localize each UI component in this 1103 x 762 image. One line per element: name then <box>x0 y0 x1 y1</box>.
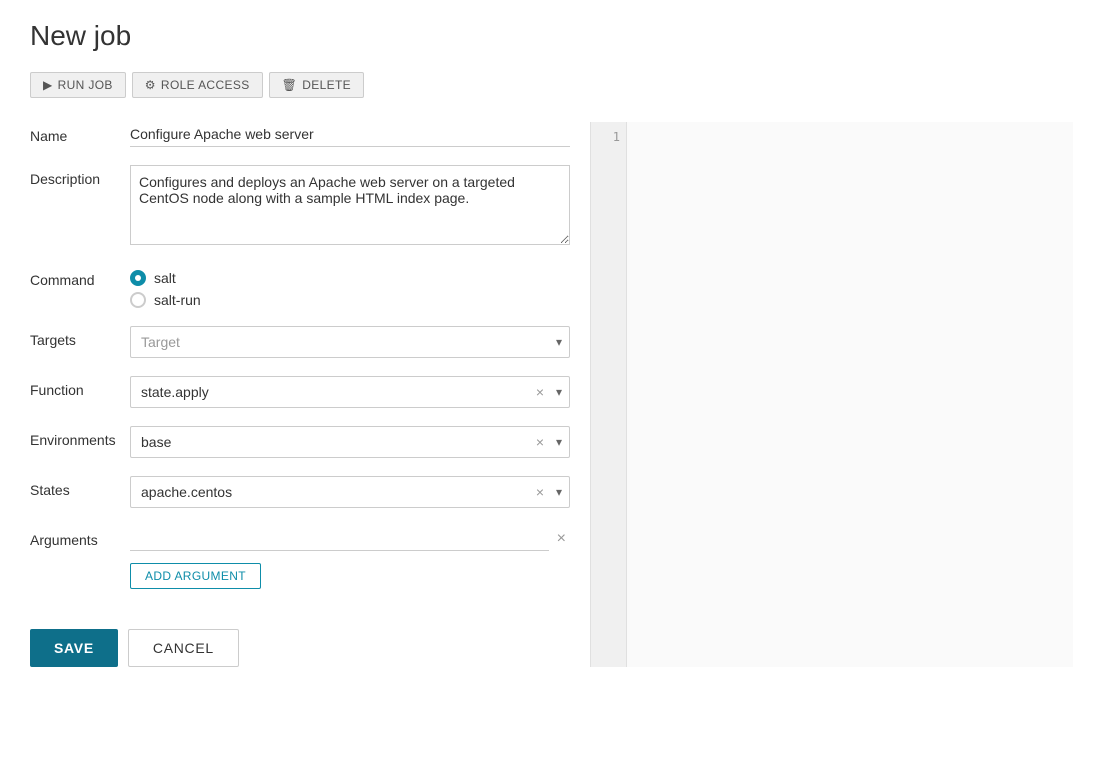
editor-panel: 1 <box>590 122 1073 667</box>
states-control: apache.centos × ▾ <box>130 476 570 508</box>
arguments-row: Arguments × ADD ARGUMENT <box>30 526 570 589</box>
targets-control: Target ▾ <box>130 326 570 358</box>
command-radio-group: salt salt-run <box>130 266 570 308</box>
editor-content[interactable] <box>627 122 1073 667</box>
delete-icon: 🗑 <box>282 78 298 92</box>
description-input[interactable]: Configures and deploys an Apache web ser… <box>130 165 570 245</box>
environments-label: Environments <box>30 426 130 448</box>
run-job-button[interactable]: ▶ RUN JOB <box>30 72 126 98</box>
function-select[interactable]: state.apply <box>130 376 570 408</box>
command-row: Command salt salt-run <box>30 266 570 308</box>
function-select-wrapper: state.apply × ▾ <box>130 376 570 408</box>
arguments-control: × ADD ARGUMENT <box>130 526 570 589</box>
line-number-1: 1 <box>597 130 620 144</box>
radio-salt-label: salt <box>154 270 176 286</box>
form-panel: Name Description Configures and deploys … <box>30 122 590 667</box>
targets-select[interactable]: Target <box>130 326 570 358</box>
function-clear-icon[interactable]: × <box>536 384 544 400</box>
run-icon: ▶ <box>43 78 53 92</box>
delete-button[interactable]: 🗑 DELETE <box>269 72 364 98</box>
name-row: Name <box>30 122 570 147</box>
radio-salt-run-circle <box>130 292 146 308</box>
radio-salt-circle <box>130 270 146 286</box>
environments-row: Environments base × ▾ <box>30 426 570 458</box>
function-control: state.apply × ▾ <box>130 376 570 408</box>
add-argument-button[interactable]: ADD ARGUMENT <box>130 563 261 589</box>
run-job-label: RUN JOB <box>58 78 113 92</box>
role-icon: ⚙ <box>145 78 156 92</box>
radio-salt-run-label: salt-run <box>154 292 201 308</box>
delete-label: DELETE <box>302 78 351 92</box>
description-label: Description <box>30 165 130 187</box>
command-control: salt salt-run <box>130 266 570 308</box>
radio-salt[interactable]: salt <box>130 270 570 286</box>
function-label: Function <box>30 376 130 398</box>
states-row: States apache.centos × ▾ <box>30 476 570 508</box>
arguments-input-row: × <box>130 526 570 551</box>
save-button[interactable]: SAVE <box>30 629 118 667</box>
states-label: States <box>30 476 130 498</box>
main-layout: Name Description Configures and deploys … <box>30 122 1073 667</box>
name-control <box>130 122 570 147</box>
command-label: Command <box>30 266 130 288</box>
arguments-clear-icon[interactable]: × <box>553 530 570 548</box>
radio-salt-run[interactable]: salt-run <box>130 292 570 308</box>
description-control: Configures and deploys an Apache web ser… <box>130 165 570 248</box>
page-title: New job <box>30 20 1073 52</box>
role-access-button[interactable]: ⚙ ROLE ACCESS <box>132 72 263 98</box>
environments-control: base × ▾ <box>130 426 570 458</box>
name-input[interactable] <box>130 122 570 147</box>
arguments-input[interactable] <box>130 526 549 551</box>
environments-clear-icon[interactable]: × <box>536 434 544 450</box>
role-access-label: ROLE ACCESS <box>161 78 250 92</box>
targets-row: Targets Target ▾ <box>30 326 570 358</box>
name-label: Name <box>30 122 130 144</box>
environments-select-wrapper: base × ▾ <box>130 426 570 458</box>
targets-select-wrapper: Target ▾ <box>130 326 570 358</box>
targets-label: Targets <box>30 326 130 348</box>
states-select[interactable]: apache.centos <box>130 476 570 508</box>
states-select-wrapper: apache.centos × ▾ <box>130 476 570 508</box>
editor-line-numbers: 1 <box>591 122 627 667</box>
cancel-button[interactable]: CANCEL <box>128 629 239 667</box>
toolbar: ▶ RUN JOB ⚙ ROLE ACCESS 🗑 DELETE <box>30 72 1073 98</box>
states-clear-icon[interactable]: × <box>536 484 544 500</box>
footer-actions: SAVE CANCEL <box>30 619 570 667</box>
description-row: Description Configures and deploys an Ap… <box>30 165 570 248</box>
arguments-label: Arguments <box>30 526 130 548</box>
environments-select[interactable]: base <box>130 426 570 458</box>
function-row: Function state.apply × ▾ <box>30 376 570 408</box>
